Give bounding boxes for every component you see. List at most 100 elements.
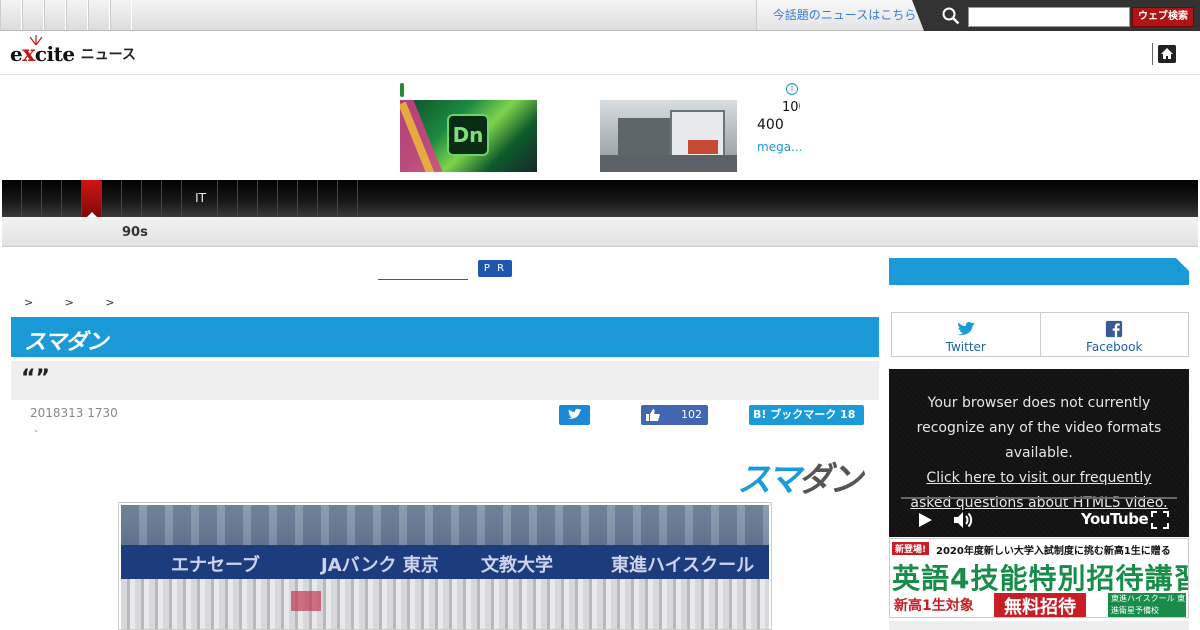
service-tabs <box>0 0 132 30</box>
search-icon <box>942 7 960 25</box>
nav-tab[interactable] <box>298 180 318 217</box>
twitter-icon <box>957 321 975 335</box>
ad-text-line1: 100 <box>782 100 800 115</box>
article-title: “” <box>21 366 50 391</box>
banner-text: JAバンク 東京 <box>321 555 439 576</box>
article-lead-mark: ` <box>34 430 39 441</box>
machine-part <box>618 118 678 158</box>
nav-tab-it[interactable]: IT <box>184 180 218 217</box>
ad-new-tag: 新登場! <box>892 542 930 555</box>
stadium-crowd <box>121 579 769 629</box>
fullscreen-icon[interactable] <box>1151 511 1169 529</box>
html5-faq-link[interactable]: Click here to visit our frequently asked… <box>910 470 1167 511</box>
brand-logo-part: ダン <box>797 460 863 500</box>
nav-tab[interactable] <box>42 180 62 217</box>
play-icon[interactable] <box>917 512 933 528</box>
nav-tab[interactable] <box>238 180 258 217</box>
page: 今話題のニュースはこちら ウェブ検索 excite ニュース Dn i 10 4… <box>0 0 1200 630</box>
ad-image-dimension[interactable]: Dn <box>400 100 537 172</box>
brand-logo-part: スマ <box>737 460 801 500</box>
facebook-label: Facebook <box>1086 340 1143 354</box>
nav-tab[interactable] <box>102 180 122 217</box>
sub-nav: 90s <box>2 217 1198 247</box>
service-tab[interactable] <box>44 0 66 30</box>
nav-tab[interactable] <box>62 180 82 217</box>
sidebar-header-bar <box>889 258 1189 285</box>
twitter-label: Twitter <box>945 340 986 354</box>
service-tab[interactable] <box>88 0 110 30</box>
ad-headline: 英語4技能特別招待講習 <box>892 562 1189 595</box>
breadcrumb[interactable]: > > > <box>24 296 129 309</box>
video-error-text: Your browser does not currently recogniz… <box>916 395 1162 461</box>
pr-link[interactable] <box>378 264 468 280</box>
home-icon[interactable] <box>1158 45 1176 63</box>
ad-text-line2: 400 <box>757 117 784 133</box>
ad-school-logo: 東進ハイスクール 東進衛星予備校 <box>1108 593 1186 617</box>
banner-text: 東進ハイスクール <box>611 555 755 576</box>
share-twitter[interactable]: Twitter <box>892 313 1040 356</box>
service-tab[interactable] <box>22 0 44 30</box>
nav-tab-active[interactable] <box>82 180 102 217</box>
service-tab[interactable] <box>0 0 22 30</box>
trending-news-link[interactable]: 今話題のニュースはこちら <box>756 0 932 30</box>
logo-section: ニュース <box>80 47 136 63</box>
banner-text: エナセーブ <box>171 555 260 576</box>
nav-tab[interactable] <box>258 180 278 217</box>
media-brand-name[interactable]: スマダン <box>24 324 108 356</box>
logo-spark-icon <box>29 35 43 45</box>
ad-marker <box>400 83 404 97</box>
video-progress-bar[interactable] <box>901 497 1177 499</box>
nav-tab[interactable] <box>122 180 142 217</box>
ad-info-icon[interactable]: i <box>786 83 798 95</box>
sidebar-ad-toshin[interactable]: 新登場! 2020年度新しい大学入試制度に挑む新高1生に贈る 英語4技能特別招待… <box>889 538 1189 618</box>
web-search-button[interactable]: ウェブ検索 <box>1132 7 1194 27</box>
nav-tab[interactable] <box>162 180 182 217</box>
dn-app-icon: Dn <box>447 114 489 156</box>
excite-news-logo[interactable]: excite ニュース <box>10 35 136 67</box>
share-facebook[interactable]: Facebook <box>1039 313 1189 356</box>
top-utility-bar: 今話題のニュースはこちら ウェブ検索 <box>0 0 1200 36</box>
machine-part <box>688 140 718 154</box>
search-input[interactable] <box>968 7 1130 27</box>
nav-tab[interactable] <box>318 180 338 217</box>
youtube-logo[interactable]: YouTube <box>1081 510 1149 528</box>
crowd-flag <box>291 591 321 611</box>
sidebar-bottom-strip <box>889 621 1189 630</box>
stadium-image: エナセーブ JAバンク 東京 文教大学 東進ハイスクール <box>121 505 769 629</box>
video-player[interactable]: Your browser does not currently recogniz… <box>889 369 1189 537</box>
like-count: 102 <box>681 408 702 421</box>
header-divider <box>1152 43 1153 65</box>
share-box: Twitter Facebook <box>891 312 1189 357</box>
service-tab[interactable] <box>110 0 132 30</box>
ad-area: Dn i 100 400 mega... <box>0 75 1200 180</box>
nav-tab[interactable] <box>2 180 22 217</box>
sub-nav-item[interactable]: 90s <box>122 225 148 240</box>
category-nav: IT <box>2 180 1198 217</box>
article-photo: エナセーブ JAバンク 東京 文教大学 東進ハイスクール <box>118 502 772 630</box>
ad-target: 新高1生対象 <box>894 598 974 614</box>
nav-tab[interactable] <box>218 180 238 217</box>
nav-tab[interactable] <box>142 180 162 217</box>
article-date: 2018313 1730 <box>30 406 118 420</box>
nav-tab[interactable] <box>338 180 358 217</box>
article-title-box: “” <box>11 361 879 400</box>
nav-tab[interactable] <box>278 180 298 217</box>
ad-image-machine[interactable] <box>600 100 737 172</box>
banner-text: 文教大学 <box>481 555 553 576</box>
facebook-like-button[interactable]: 102 <box>641 405 708 425</box>
ad-free-badge: 無料招待 <box>994 593 1086 617</box>
ad-subtitle: 2020年度新しい大学入試制度に挑む新高1生に贈る <box>936 546 1171 557</box>
stadium-banner: エナセーブ JAバンク 東京 文教大学 東進ハイスクール <box>121 547 769 579</box>
nav-tab[interactable] <box>22 180 42 217</box>
machine-floor <box>600 155 737 172</box>
site-header: excite ニュース <box>0 31 1200 75</box>
facebook-icon <box>1106 320 1123 338</box>
media-brand-logo: スマダン <box>737 452 863 501</box>
service-tab[interactable] <box>66 0 88 30</box>
media-brand-bar: スマダン <box>11 317 879 357</box>
hatena-bookmark-button[interactable]: B! ブックマーク 18 <box>749 405 864 425</box>
tweet-button[interactable] <box>559 405 590 425</box>
volume-icon[interactable] <box>953 511 973 529</box>
stadium-seats <box>121 505 769 545</box>
ad-text-link[interactable]: mega... <box>757 140 803 154</box>
